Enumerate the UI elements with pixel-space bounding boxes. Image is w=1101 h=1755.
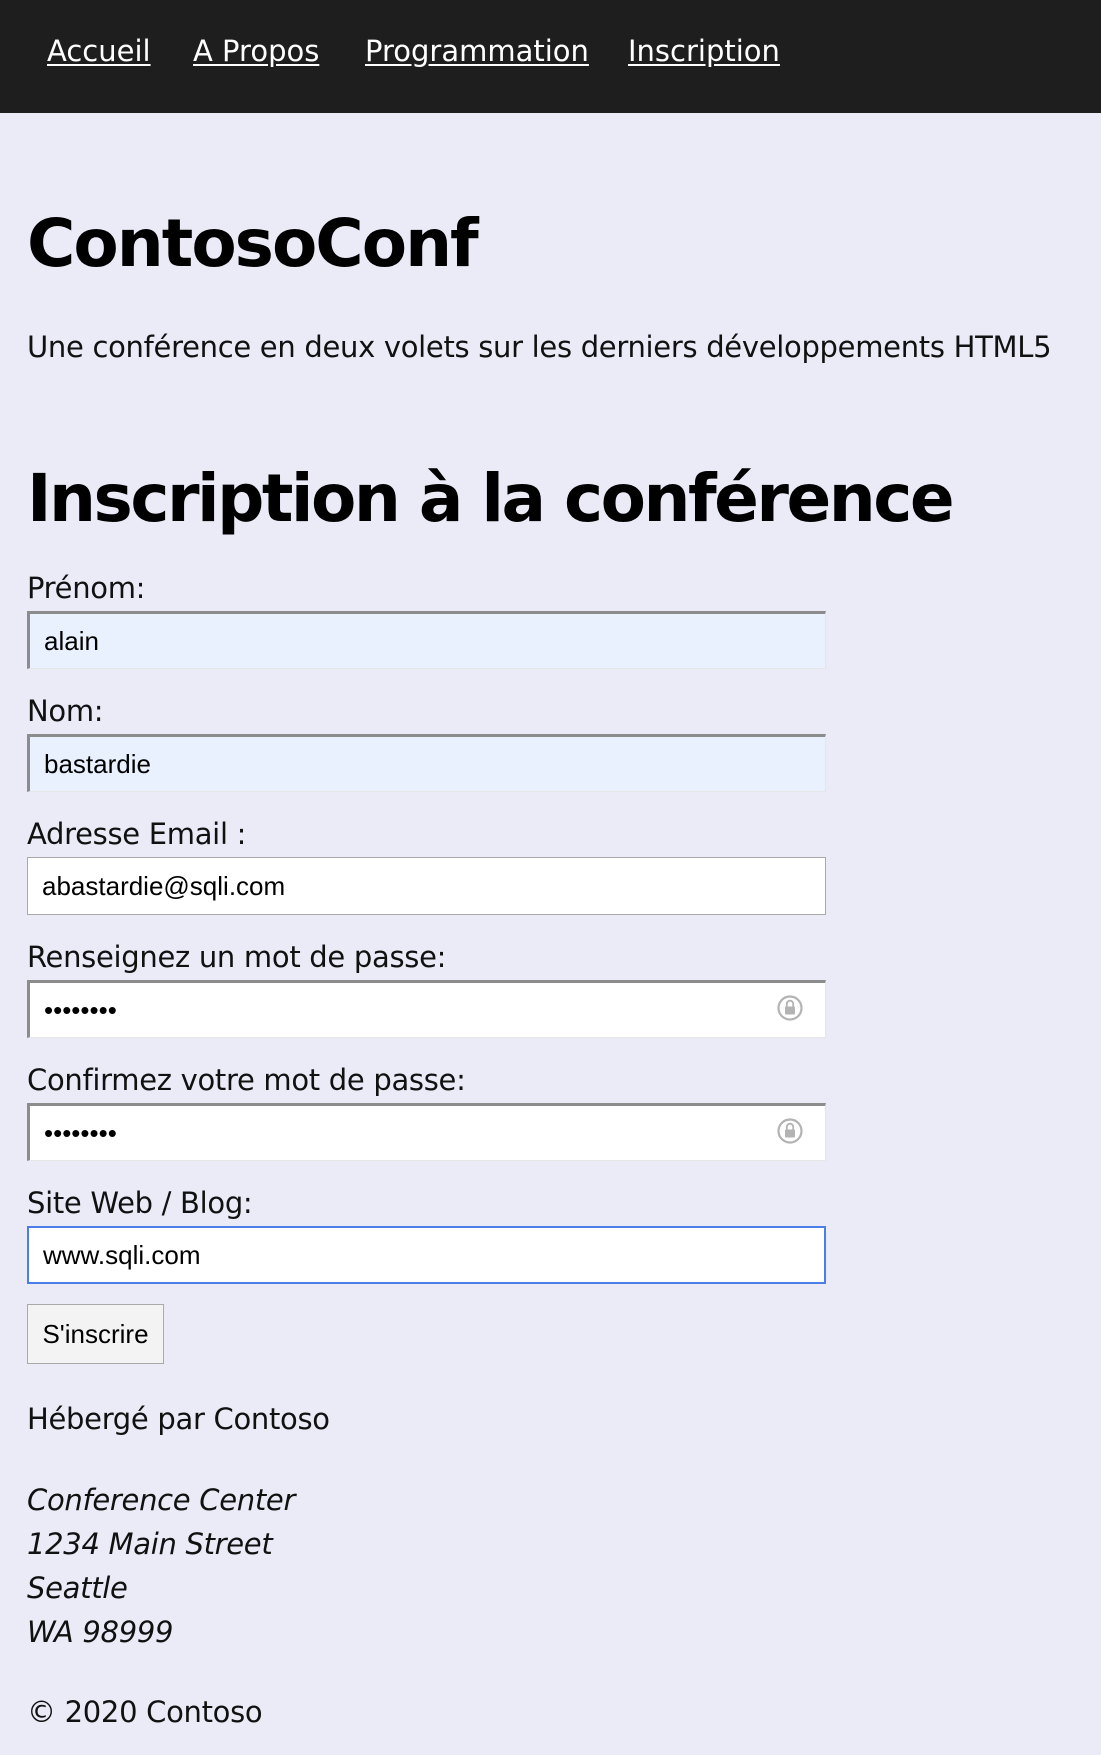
site-title: ContosoConf [27, 205, 479, 282]
first-name-input[interactable] [27, 611, 826, 669]
email-label: Adresse Email : [27, 817, 247, 851]
footer-host: Hébergé par Contoso [27, 1402, 330, 1436]
address-line-zip: WA 98999 [27, 1615, 174, 1649]
top-navigation-bar: Accueil A Propos Programmation Inscripti… [0, 0, 1101, 113]
nav-link-inscription[interactable]: Inscription [628, 34, 780, 68]
address-line-street: 1234 Main Street [27, 1527, 273, 1561]
password-label: Renseignez un mot de passe: [27, 940, 447, 974]
website-label: Site Web / Blog: [27, 1186, 253, 1220]
copyright: © 2020 Contoso [27, 1695, 263, 1729]
form-title: Inscription à la conférence [27, 460, 955, 537]
nav-link-accueil[interactable]: Accueil [47, 34, 151, 68]
first-name-label: Prénom: [27, 571, 146, 605]
nav-link-programmation[interactable]: Programmation [365, 34, 589, 68]
password-input[interactable] [27, 980, 826, 1038]
email-input[interactable] [27, 857, 826, 915]
key-lock-icon[interactable] [776, 1117, 804, 1145]
address-line-city: Seattle [27, 1571, 128, 1605]
site-tagline: Une conférence en deux volets sur les de… [27, 330, 1052, 364]
website-input[interactable] [27, 1226, 826, 1284]
confirm-password-input[interactable] [27, 1103, 826, 1161]
key-lock-icon[interactable] [776, 994, 804, 1022]
last-name-label: Nom: [27, 694, 104, 728]
address-line-venue: Conference Center [27, 1483, 296, 1517]
register-button[interactable]: S'inscrire [27, 1304, 164, 1364]
last-name-input[interactable] [27, 734, 826, 792]
confirm-password-label: Confirmez votre mot de passe: [27, 1063, 466, 1097]
nav-link-a-propos[interactable]: A Propos [193, 34, 319, 68]
